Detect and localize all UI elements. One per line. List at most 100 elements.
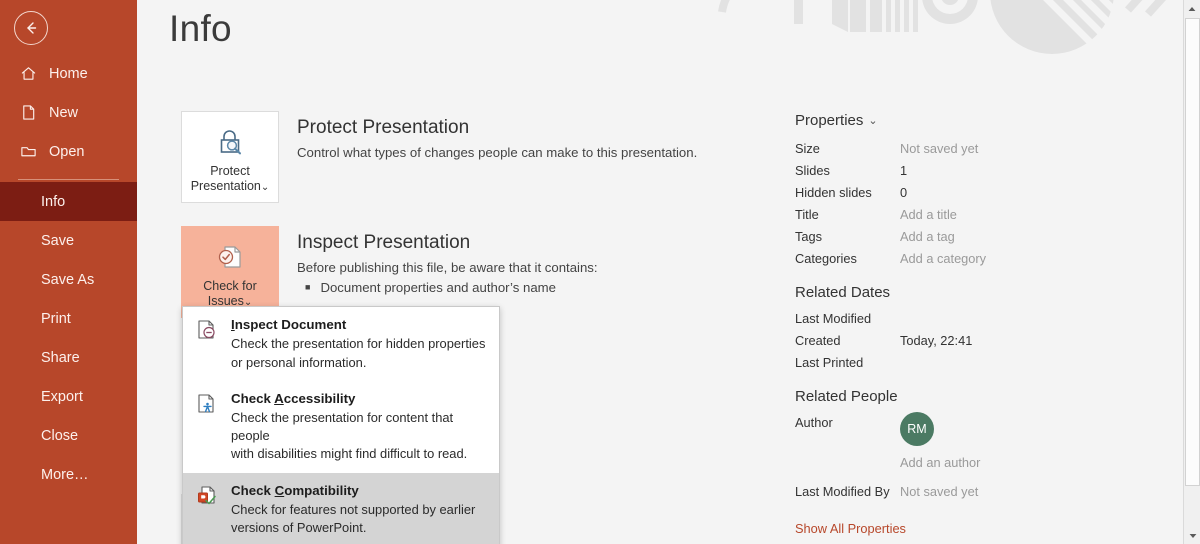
property-row-hidden-slides: Hidden slides 0	[795, 182, 1095, 204]
property-value-tags-input[interactable]: Add a tag	[900, 226, 955, 248]
sidebar-top-group: Home New Open	[0, 54, 137, 185]
scrollbar-up-button[interactable]	[1184, 0, 1200, 17]
property-key: Last Modified	[795, 311, 872, 326]
related-people-author-row: Author RM	[795, 412, 1095, 446]
menu-item-inspect-document[interactable]: Inspect Document Check the presentation …	[183, 307, 499, 381]
property-key: Title	[795, 207, 819, 222]
protect-presentation-button[interactable]: Protect Presentation⌄	[181, 111, 279, 203]
page-title: Info	[169, 8, 232, 49]
inspect-bullet-text: Document properties and author’s name	[320, 280, 556, 295]
property-value: 1	[900, 163, 908, 178]
protect-presentation-description: Control what types of changes people can…	[297, 145, 698, 160]
sidebar-item-close[interactable]: Close	[0, 416, 137, 455]
property-value[interactable]: Not saved yet	[900, 138, 978, 160]
property-row-tags: Tags Add a tag	[795, 226, 1095, 248]
sidebar-item-print[interactable]: Print	[0, 299, 137, 338]
inspect-presentation-text: Inspect Presentation Before publishing t…	[297, 226, 598, 318]
add-an-author-input[interactable]: Add an author	[900, 452, 980, 474]
scrollbar-thumb[interactable]	[1185, 18, 1200, 486]
sidebar-item-info[interactable]: Info	[0, 182, 137, 221]
sidebar-item-save[interactable]: Save	[0, 221, 137, 260]
property-key: Tags	[795, 229, 823, 244]
home-icon	[21, 67, 36, 80]
protect-presentation-block: Protect Presentation⌄ Protect Presentati…	[181, 111, 697, 203]
open-folder-icon	[21, 147, 36, 157]
backstage-sidebar: Home New Open Info Save Save As Print Sh…	[0, 0, 137, 544]
property-key: Categories	[795, 251, 857, 266]
show-all-properties-link[interactable]: Show All Properties	[795, 521, 906, 536]
sidebar-item-label: Info	[41, 193, 66, 210]
property-value: 0	[900, 185, 908, 200]
title-pre: Check	[231, 482, 275, 498]
inspect-btn-line1: Check for	[203, 279, 257, 293]
property-row-categories: Categories Add a category	[795, 248, 1095, 270]
menu-item-check-accessibility[interactable]: Check Accessibility Check the presentati…	[183, 381, 499, 473]
document-check-icon	[213, 237, 247, 277]
caret-down-icon	[1189, 533, 1196, 538]
property-key: Slides	[795, 163, 830, 178]
property-key: Last Printed	[795, 355, 864, 370]
sidebar-item-more[interactable]: More…	[0, 455, 137, 494]
sidebar-item-save-as[interactable]: Save As	[0, 260, 137, 299]
properties-heading[interactable]: Properties ⌄	[795, 112, 1095, 129]
caret-up-icon	[1188, 6, 1196, 11]
check-for-issues-button[interactable]: Check for Issues⌄	[181, 226, 279, 318]
vertical-scrollbar[interactable]	[1183, 0, 1200, 544]
add-author-row: Add an author	[795, 452, 1095, 474]
sidebar-item-label: New	[49, 104, 79, 121]
bullet-square-icon: ■	[305, 282, 311, 292]
property-key: Created	[795, 333, 841, 348]
related-date-row-created: Created Today, 22:41	[795, 330, 1095, 352]
sidebar-divider	[18, 179, 119, 180]
menu-item-desc-line2: versions of PowerPoint.	[231, 520, 367, 535]
decorative-graphics	[718, 0, 1166, 54]
menu-item-desc-line1: Check the presentation for hidden proper…	[231, 336, 486, 351]
sidebar-item-home[interactable]: Home	[0, 54, 137, 93]
last-modified-by-row: Last Modified By Not saved yet	[795, 481, 1095, 503]
property-row-title: Title Add a title	[795, 204, 1095, 226]
sidebar-item-export[interactable]: Export	[0, 377, 137, 416]
sidebar-item-label: Print	[41, 310, 71, 327]
sidebar-item-new[interactable]: New	[0, 93, 137, 132]
check-for-issues-dropdown-menu[interactable]: Inspect Document Check the presentation …	[182, 306, 500, 544]
inspect-bullet-item: ■ Document properties and author’s name	[297, 278, 598, 297]
inspect-document-icon	[195, 316, 221, 371]
scrollbar-down-button[interactable]	[1184, 527, 1200, 544]
author-label: Author	[795, 415, 833, 430]
chevron-down-icon: ⌄	[868, 115, 878, 127]
avatar[interactable]: RM	[900, 412, 934, 446]
sidebar-item-share[interactable]: Share	[0, 338, 137, 377]
menu-item-check-compatibility[interactable]: Check Compatibility Check for features n…	[183, 472, 499, 544]
backstage-main: Info Protect Presentation⌄ Protect Prese…	[137, 0, 1200, 544]
sidebar-item-label: Share	[41, 349, 80, 366]
property-value-categories-input[interactable]: Add a category	[900, 248, 986, 270]
sidebar-item-label: Home	[49, 65, 88, 82]
back-arrow-icon	[27, 22, 37, 34]
menu-item-text: Check Accessibility Check the presentati…	[231, 390, 487, 463]
property-value: Today, 22:41	[900, 333, 973, 348]
sidebar-item-label: Save	[41, 232, 75, 249]
title-post: nspect Document	[234, 317, 347, 332]
sidebar-item-label: Open	[49, 143, 85, 160]
protect-btn-line1: Protect	[210, 164, 250, 178]
menu-item-title: Check Compatibility	[231, 482, 475, 500]
protect-btn-line2: Presentation	[190, 178, 261, 193]
check-accessibility-icon	[195, 390, 221, 463]
sidebar-item-label: Export	[41, 388, 83, 405]
property-value-title-input[interactable]: Add a title	[900, 204, 957, 226]
title-accel: C	[274, 482, 285, 498]
last-modified-by-value: Not saved yet	[900, 484, 979, 499]
sidebar-item-label: Save As	[41, 271, 95, 288]
menu-item-text: Inspect Document Check the presentation …	[231, 316, 485, 371]
title-post: ompatibility	[284, 482, 359, 498]
back-arrow-button[interactable]	[14, 11, 48, 45]
menu-item-title: Check Accessibility	[231, 390, 487, 408]
menu-item-desc-line1: Check for features not supported by earl…	[231, 501, 476, 517]
menu-item-text: Check Compatibility Check for features n…	[231, 482, 475, 537]
property-row-size: Size Not saved yet	[795, 138, 1095, 160]
chevron-down-icon: ⌄	[260, 181, 270, 193]
sidebar-item-open[interactable]: Open	[0, 132, 137, 171]
inspect-presentation-block: Check for Issues⌄ Inspect Presentation B…	[181, 226, 598, 318]
menu-item-desc-line2: with disabilities might find difficult t…	[231, 446, 468, 461]
